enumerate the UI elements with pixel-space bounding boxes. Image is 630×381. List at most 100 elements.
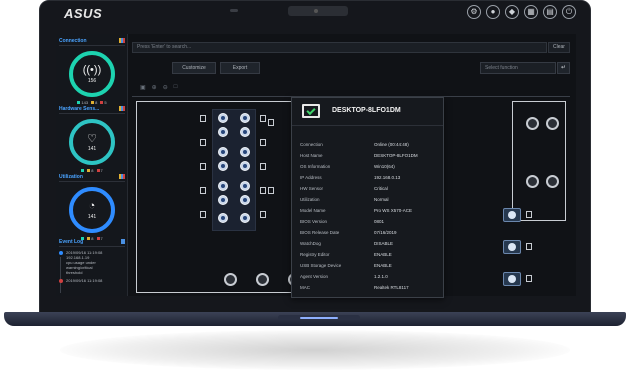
connection-panel[interactable]: Connection ((•)) 156 143 8 5 bbox=[59, 38, 125, 105]
desk bbox=[200, 163, 206, 170]
computer-node[interactable] bbox=[240, 181, 250, 191]
computer-node[interactable] bbox=[503, 240, 521, 254]
shield-icon[interactable]: ◆ bbox=[505, 5, 519, 19]
event-log-entry[interactable]: 2019/09/16 11:19:08 bbox=[59, 278, 125, 283]
hardware-title: Hardware Sens... bbox=[59, 106, 125, 114]
clear-button[interactable]: Clear bbox=[548, 42, 570, 53]
detail-row: OS Information Win10(64) bbox=[300, 164, 395, 169]
header-icon-bar: ⚙ ● ◆ ▦ ▤ ⏻ bbox=[467, 5, 576, 19]
desk bbox=[200, 187, 206, 194]
computer-node[interactable] bbox=[218, 113, 228, 123]
utilization-title: Utilization bbox=[59, 174, 125, 182]
detail-row: MAC Realtek RTL8117 bbox=[300, 285, 409, 290]
computer-node[interactable] bbox=[218, 127, 228, 137]
export-button[interactable]: Export bbox=[220, 62, 260, 74]
fit-icon[interactable]: □ bbox=[174, 84, 178, 91]
top-bezel: ASUS ⚙ ● ◆ ▦ ▤ ⏻ bbox=[40, 1, 590, 23]
mini-chart-icon bbox=[119, 106, 125, 111]
desk-cluster bbox=[212, 109, 256, 231]
hardware-value: 141 bbox=[87, 146, 97, 152]
detail-row: Agent Version 1.2.1.0 bbox=[300, 274, 388, 279]
keyboard-deck bbox=[4, 312, 626, 326]
detail-row: Host Name DESKTOP-8LFO1DM bbox=[300, 153, 418, 158]
computer-node[interactable] bbox=[240, 147, 250, 157]
computer-node[interactable] bbox=[240, 213, 250, 223]
stool-node[interactable] bbox=[546, 175, 559, 188]
alert-dot-icon bbox=[59, 279, 63, 283]
mini-chart-icon bbox=[119, 38, 125, 43]
computer-node[interactable] bbox=[503, 272, 521, 286]
calendar-icon[interactable]: ▦ bbox=[524, 5, 538, 19]
computer-node[interactable] bbox=[240, 195, 250, 205]
desk bbox=[200, 211, 206, 218]
laptop-base bbox=[0, 312, 630, 330]
computer-node[interactable] bbox=[218, 213, 228, 223]
utilization-panel[interactable]: Utilization ◔ 141 8 7 bbox=[59, 174, 125, 241]
computer-node[interactable] bbox=[240, 127, 250, 137]
customize-button[interactable]: Customize bbox=[172, 62, 216, 74]
computer-node[interactable] bbox=[240, 113, 250, 123]
detail-row: Connection Online (00:44:48) bbox=[300, 142, 409, 147]
event-log-title: Event Log bbox=[59, 239, 125, 247]
event-time: 2019/09/16 11:19:08 bbox=[66, 278, 103, 283]
desk bbox=[268, 187, 274, 194]
detail-row: BIOS Release Date 07/16/2019 bbox=[300, 230, 397, 235]
zoom-in-icon[interactable]: ⊕ bbox=[152, 84, 157, 91]
connection-value: 156 bbox=[87, 78, 97, 84]
status-led bbox=[230, 9, 238, 12]
computer-node[interactable] bbox=[218, 161, 228, 171]
desk bbox=[200, 139, 206, 146]
enter-icon[interactable]: ↵ bbox=[557, 62, 570, 74]
hardware-sensor-panel[interactable]: Hardware Sens... ♡ 141 8 7 bbox=[59, 106, 125, 173]
camera bbox=[288, 6, 348, 16]
computer-node[interactable] bbox=[503, 208, 521, 222]
stool-node[interactable] bbox=[526, 117, 539, 130]
connection-title: Connection bbox=[59, 38, 125, 46]
detail-row: Utilization Normal bbox=[300, 197, 389, 202]
stool-node[interactable] bbox=[546, 117, 559, 130]
desk bbox=[260, 163, 266, 170]
detail-row: USB Storage Device ENABLE bbox=[300, 263, 392, 268]
desk bbox=[526, 211, 532, 218]
desk bbox=[260, 187, 266, 194]
stool-node[interactable] bbox=[224, 273, 237, 286]
desk bbox=[268, 119, 274, 126]
mini-chart-icon bbox=[119, 174, 125, 179]
speedometer-icon: ◔ bbox=[88, 200, 96, 212]
hardware-gauge: ♡ 141 bbox=[69, 119, 115, 165]
computer-node[interactable] bbox=[218, 147, 228, 157]
info-dot-icon bbox=[59, 251, 63, 255]
desk bbox=[526, 243, 532, 250]
search-input[interactable]: Press 'Enter' to search... bbox=[132, 42, 547, 53]
detail-row: IP Address 192.168.0.13 bbox=[300, 175, 401, 180]
timeline-line bbox=[60, 257, 61, 293]
stool-node[interactable] bbox=[526, 175, 539, 188]
chart-icon[interactable]: ▤ bbox=[543, 5, 557, 19]
detail-row: Model Name Pro WS X570-ACE bbox=[300, 208, 413, 213]
event-log-panel[interactable]: Event Log 2019/09/16 11:19:08 192.168.1.… bbox=[59, 239, 125, 293]
detail-row: BIOS Version 0801 bbox=[300, 219, 385, 224]
computer-node[interactable] bbox=[218, 181, 228, 191]
event-log-entry[interactable]: 2019/09/16 11:19:08 192.168.1.19 cpu usa… bbox=[59, 250, 125, 293]
detail-row: WatchDog DISABLE bbox=[300, 241, 394, 246]
settings-icon[interactable]: ⚙ bbox=[467, 5, 481, 19]
popup-header: DESKTOP-8LFO1DM bbox=[292, 98, 443, 126]
brand-logo: ASUS bbox=[64, 6, 103, 21]
stool-node[interactable] bbox=[256, 273, 269, 286]
computer-node[interactable] bbox=[218, 195, 228, 205]
function-select[interactable]: Select function bbox=[480, 62, 556, 74]
computer-node[interactable] bbox=[240, 161, 250, 171]
desk bbox=[200, 115, 206, 122]
heart-icon: ♡ bbox=[87, 133, 97, 145]
utilization-value: 141 bbox=[87, 214, 97, 220]
expand-icon[interactable] bbox=[121, 239, 125, 244]
select-tool-icon[interactable]: ▣ bbox=[140, 84, 146, 91]
hardware-legend: 8 7 bbox=[59, 168, 125, 173]
power-icon[interactable]: ⏻ bbox=[562, 5, 576, 19]
zoom-out-icon[interactable]: ⊖ bbox=[163, 84, 168, 91]
dashboard-sidebar: Connection ((•)) 156 143 8 5 Hardware Se… bbox=[56, 34, 128, 296]
connection-gauge: ((•)) 156 bbox=[69, 51, 115, 97]
user-icon[interactable]: ● bbox=[486, 5, 500, 19]
device-name: DESKTOP-8LFO1DM bbox=[332, 107, 401, 114]
desk bbox=[260, 139, 266, 146]
